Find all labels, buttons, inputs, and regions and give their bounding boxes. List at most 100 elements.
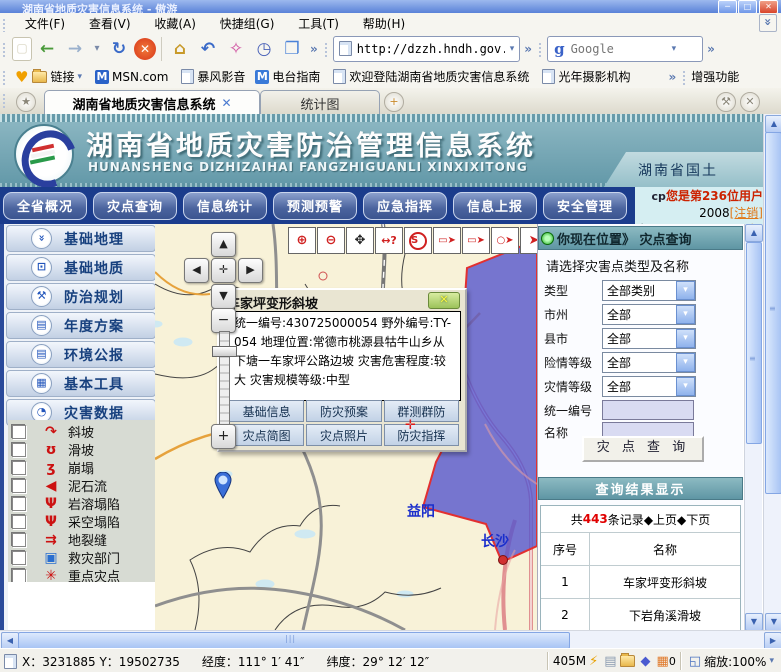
deselect-rect-tool[interactable]: ▭➤ [462,227,490,254]
panel-scrollbar-vertical[interactable]: ▲ ≡ ▼ [744,224,762,630]
zoom-level[interactable]: 缩放:100% [704,653,766,670]
tab-chart[interactable]: 统计图 [260,90,380,115]
pan-down-button[interactable]: ▼ [211,284,236,309]
favorites-heart-icon[interactable]: ♥ [15,68,28,86]
select-point-tool[interactable]: ➤ [520,227,538,254]
logout-link[interactable]: [注销] [730,206,763,220]
search-box[interactable]: g ▾ [547,36,703,62]
table-row[interactable]: 2 下岩角溪滑坡 [541,599,740,632]
layer-checkbox[interactable] [12,497,26,511]
select-arrow-icon[interactable]: ▾ [676,305,695,324]
nav-emergency[interactable]: 应急指挥 [363,192,447,220]
link-photo[interactable]: 光年摄影机构 [539,68,630,85]
popup-group-monitor-button[interactable]: 群测群防 [384,400,459,422]
nav-statistics[interactable]: 信息统计 [183,192,267,220]
unified-id-input[interactable] [602,400,694,420]
toolbar-grip[interactable] [683,71,689,85]
nav-security[interactable]: 安全管理 [543,192,627,220]
pan-right-button[interactable]: ▶ [238,258,263,283]
sidebar-item-prevention-plan[interactable]: ⚒防治规划 [6,283,156,310]
popup-prevention-plan-button[interactable]: 防灾预案 [306,400,381,422]
full-extent-tool[interactable]: S [404,227,432,254]
tabbar-close-icon[interactable]: ✕ [740,92,760,112]
pan-center-button[interactable]: ✛ [211,258,236,283]
boost-lightning-icon[interactable]: ⚡ [589,654,598,669]
browser-scrollbar-horizontal[interactable]: ◀ ||| ▶ [0,630,781,649]
popup-photo-button[interactable]: 灾点照片 [306,424,381,446]
menu-tools[interactable]: 工具(T) [288,13,349,34]
diamond-icon[interactable]: ◆ [641,654,651,669]
search-input[interactable] [569,41,669,57]
menu-help[interactable]: 帮助(H) [353,13,415,34]
scroll-up-icon[interactable]: ▲ [765,115,781,133]
toolbar-grip[interactable] [3,71,9,85]
map-pin-marker[interactable] [213,472,233,502]
address-bar[interactable]: ▾ [333,36,521,62]
layer-checkbox[interactable] [12,569,26,583]
window-titlebar[interactable]: 湖南省地质灾害信息系统 - 傲游 ─ □ ✕ [0,0,781,13]
popup-basic-info-button[interactable]: 基础信息 [229,400,304,422]
chevron-more-icon[interactable]: » [707,42,715,56]
toolbar-grip[interactable] [3,94,9,108]
link-msn[interactable]: MMSN.com [95,70,168,84]
url-input[interactable] [355,41,507,57]
toolbar-grip[interactable] [3,19,9,33]
zoom-slider-plus-button[interactable]: + [211,424,236,449]
scroll-down-icon[interactable]: ▼ [745,613,763,631]
forward-icon[interactable]: → [62,36,88,62]
popup-command-button[interactable]: 防灾指挥 [384,424,459,446]
popup-sketch-button[interactable]: 灾点简图 [229,424,304,446]
layer-checkbox[interactable] [12,551,26,565]
menu-favorites[interactable]: 收藏(A) [144,13,206,34]
zoom-slider-minus-button[interactable]: − [211,308,236,333]
map-viewport[interactable]: 益阳 长沙 ⊕ ⊖ ✥ ↔? S ▭➤ ▭➤ ○➤ ➤ ▲ ◀ ✛ ▶ [155,224,538,630]
scrollbar-thumb[interactable] [746,242,762,444]
zoom-in-tool[interactable]: ⊕ [288,227,316,254]
new-page-icon[interactable]: ▢ [12,37,32,61]
measure-tool[interactable]: ↔? [375,227,403,254]
history-dropdown-icon[interactable]: ▾ [90,36,104,62]
link-radio[interactable]: M电台指南 [255,68,320,85]
home-icon[interactable]: ⌂ [167,36,193,62]
sidebar-item-basic-tools[interactable]: ▦基本工具 [6,370,156,397]
select-arrow-icon[interactable]: ▾ [676,353,695,372]
back-icon[interactable]: ← [34,36,60,62]
stop-icon[interactable]: ✕ [134,38,156,60]
county-select[interactable]: 全部▾ [602,328,696,349]
risk-level-select[interactable]: 全部▾ [602,352,696,373]
minimize-button[interactable]: ─ [718,0,737,13]
menu-groups[interactable]: 快捷组(G) [210,13,285,34]
zoom-dropdown-icon[interactable]: ▾ [766,656,777,666]
sidebar-item-base-geography[interactable]: »基础地理 [6,225,156,252]
links-menu[interactable]: 链接▾ [32,68,85,85]
extra-features-link[interactable]: 增强功能 [691,68,739,85]
layer-checkbox[interactable] [12,443,26,457]
sidebar-item-annual-plan[interactable]: ▤年度方案 [6,312,156,339]
popup-close-icon[interactable]: ✕ [428,292,460,309]
pan-up-button[interactable]: ▲ [211,232,236,257]
chevron-more-icon[interactable]: » [668,70,676,84]
close-button[interactable]: ✕ [759,0,778,13]
chevron-double-down-icon[interactable]: » [759,14,777,32]
url-dropdown-icon[interactable]: ▾ [507,44,518,54]
toolbar-grip[interactable] [3,43,9,57]
layer-checkbox[interactable] [12,479,26,493]
menu-file[interactable]: 文件(F) [15,13,75,34]
search-dropdown-icon[interactable]: ▾ [669,44,680,54]
nav-disaster-query[interactable]: 灾点查询 [93,192,177,220]
zoom-slider-handle[interactable] [212,346,237,357]
nav-overview[interactable]: 全省概况 [3,192,87,220]
star-icon[interactable]: ★ [16,92,36,112]
chevron-more-icon[interactable]: » [524,42,532,56]
disaster-level-select[interactable]: 全部▾ [602,376,696,397]
sidebar-item-base-geology[interactable]: ⊡基础地质 [6,254,156,281]
new-tab-icon[interactable]: + [384,92,404,112]
wrench-icon[interactable]: ⚒ [716,92,736,112]
pan-left-button[interactable]: ◀ [184,258,209,283]
scrollbar-thumb[interactable] [765,132,781,494]
pan-tool[interactable]: ✥ [346,227,374,254]
prev-page-link[interactable]: ◆上页 [644,511,677,528]
select-arrow-icon[interactable]: ▾ [676,281,695,300]
browser-scrollbar-vertical[interactable]: ▲ ≡ ▼ [763,114,781,630]
type-select[interactable]: 全部类别▾ [602,280,696,301]
